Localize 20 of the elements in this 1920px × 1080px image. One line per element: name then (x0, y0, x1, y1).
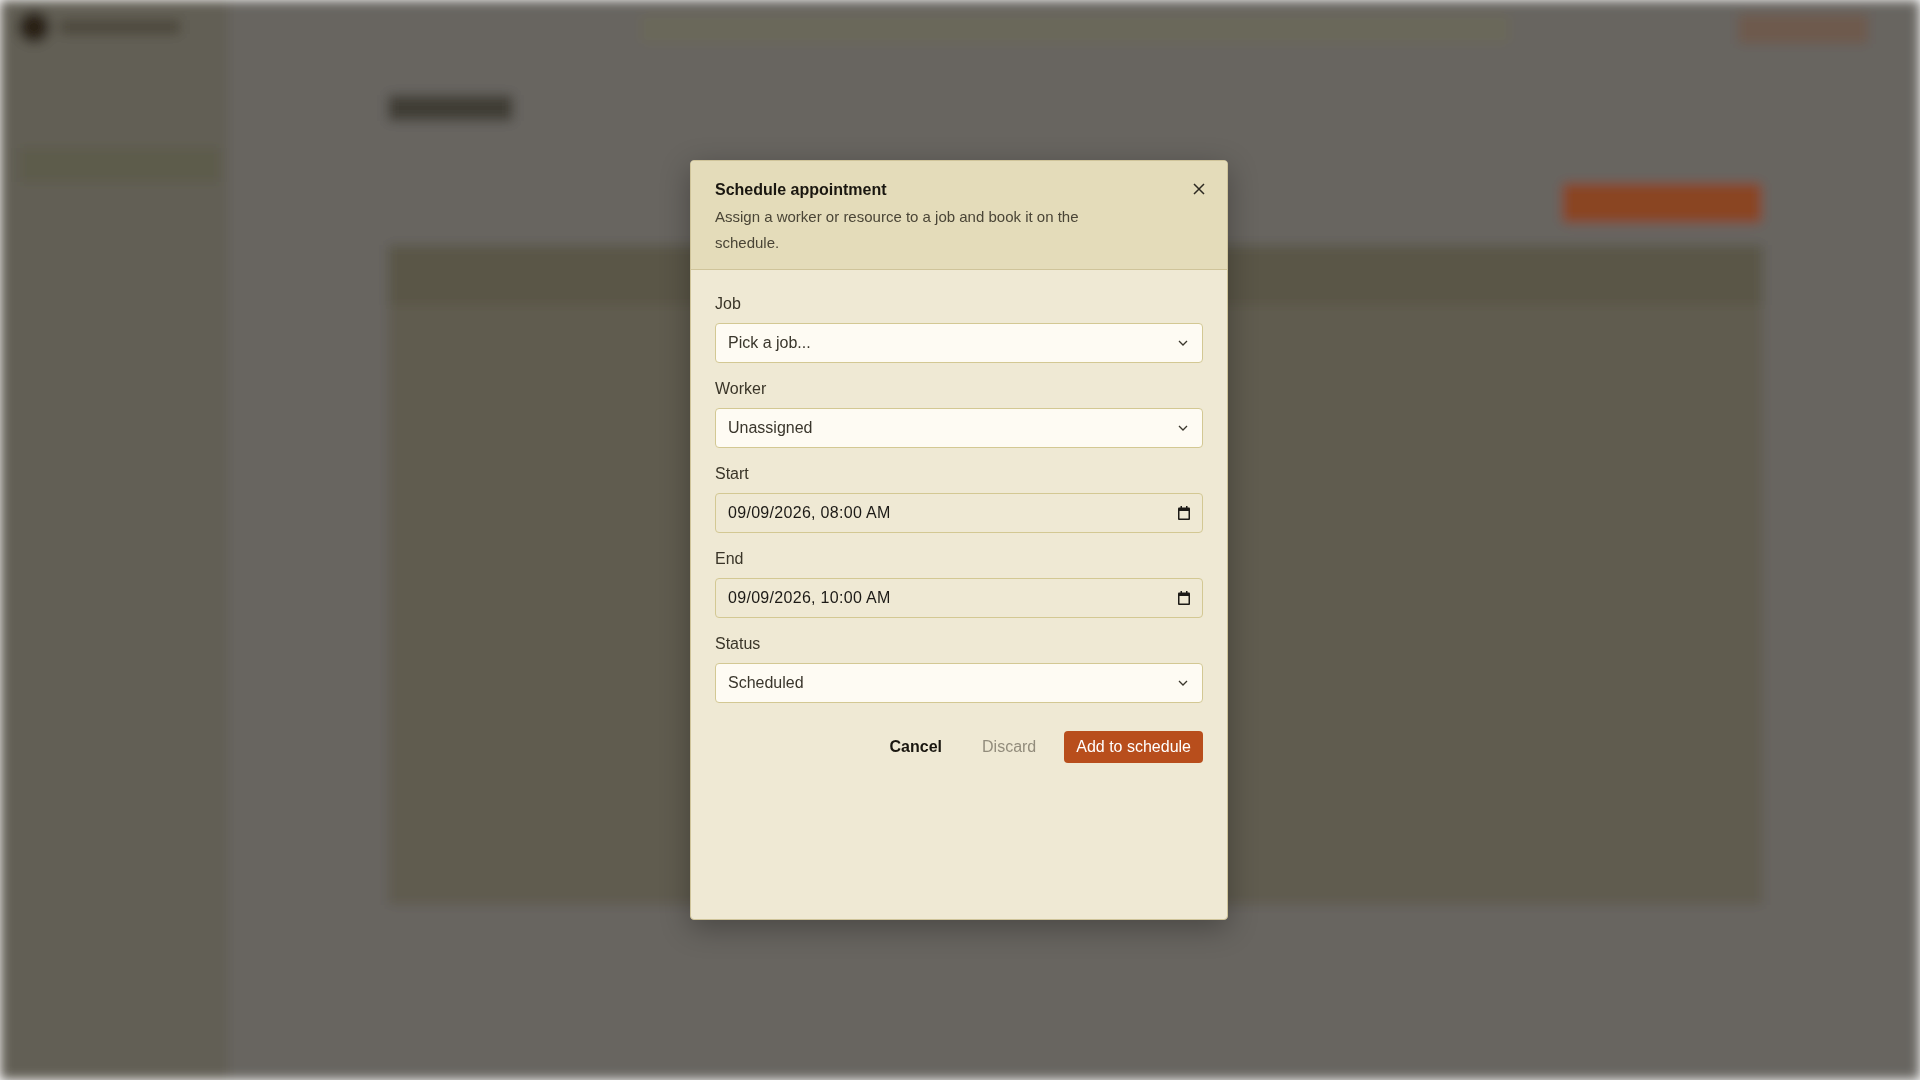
submit-button[interactable]: Add to schedule (1064, 731, 1203, 763)
close-icon (1193, 183, 1205, 195)
dropdown-field[interactable]: Pick a job... (715, 323, 1203, 363)
chevron-down-icon (1178, 425, 1188, 431)
field-label: Job (715, 294, 742, 314)
chevron-down-icon (1178, 340, 1188, 346)
field-label: Start (715, 464, 750, 484)
dropdown-field[interactable]: Unassigned (715, 408, 1203, 448)
dialog-description: Assign a worker or resource to a job and book it on the schedule. (715, 207, 1080, 253)
text-button[interactable]: Cancel (877, 731, 954, 763)
field-label: Status (715, 634, 762, 654)
dialog-title: Schedule appointment (715, 180, 888, 200)
datetime-field[interactable]: 09/09/2026, 08:00 AM (715, 493, 1203, 533)
calendar-icon (1178, 506, 1190, 520)
chevron-down-icon (1178, 680, 1188, 686)
dropdown-field[interactable]: Scheduled (715, 663, 1203, 703)
calendar-icon (1178, 591, 1190, 605)
field-label: End (715, 549, 745, 569)
datetime-field[interactable]: 09/09/2026, 10:00 AM (715, 578, 1203, 618)
field-label: Worker (715, 379, 768, 399)
